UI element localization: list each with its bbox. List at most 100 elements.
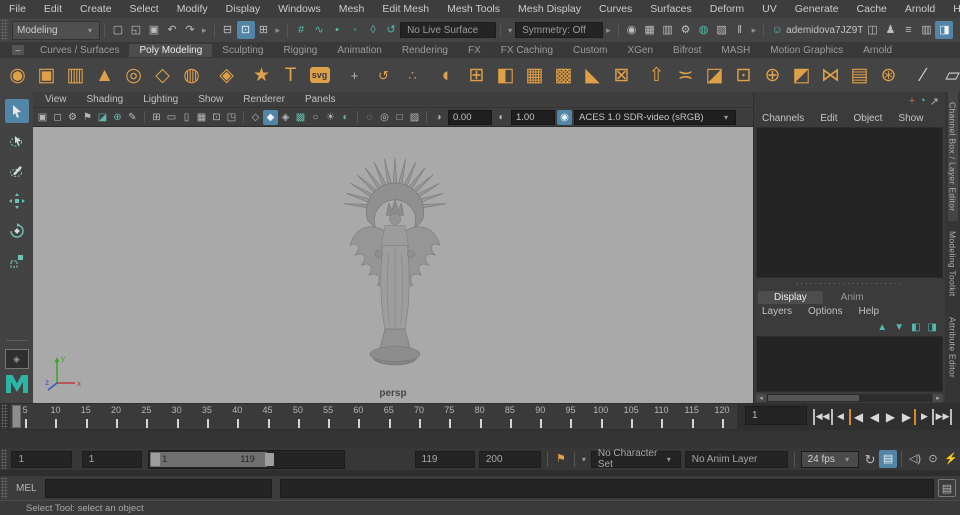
poly-disc-icon[interactable]: ◍ xyxy=(177,61,206,90)
menu-file[interactable]: File xyxy=(0,3,35,15)
layer-menu-options[interactable]: Options xyxy=(808,306,842,317)
graph-icon[interactable]: ↗ xyxy=(930,95,939,108)
multi-cut-icon[interactable]: ∕ xyxy=(909,61,938,90)
safe-action-icon[interactable]: ◳ xyxy=(224,110,239,125)
channel-box-menu-channels[interactable]: Channels xyxy=(762,113,804,124)
render-current-frame-icon[interactable]: ▦ xyxy=(641,21,659,39)
sphere-project-icon[interactable]: ⊛ xyxy=(874,61,903,90)
use-default-material-icon[interactable]: ○ xyxy=(308,110,323,125)
statue-model[interactable] xyxy=(320,137,470,381)
platonic-solid-icon[interactable]: ◈ xyxy=(212,61,241,90)
color-management-icon[interactable]: ◉ xyxy=(557,110,572,125)
duplicate-face-icon[interactable]: ⊡ xyxy=(729,61,758,90)
modeling-toolkit-toggle-icon[interactable]: ◫ xyxy=(863,21,881,39)
render-settings-icon[interactable]: ⚙ xyxy=(677,21,695,39)
range-slider-grip[interactable] xyxy=(1,449,7,469)
character-set-dropdown[interactable]: No Character Set ▾ xyxy=(591,451,681,468)
exposure-icon[interactable]: ◑ xyxy=(431,110,446,125)
menu-set-dropdown[interactable]: Modeling ▾ xyxy=(12,21,100,40)
shelf-tab-fx[interactable]: FX xyxy=(458,44,491,57)
shelf-tab-poly-modeling[interactable]: Poly Modeling xyxy=(129,44,212,57)
channel-box-menu-edit[interactable]: Edit xyxy=(820,113,837,124)
live-surface-field[interactable]: No Live Surface xyxy=(400,22,496,38)
paint-select-tool-button[interactable] xyxy=(5,159,29,183)
step-forward-frame-button[interactable]: ▶ xyxy=(917,409,934,425)
panel-menu-shading[interactable]: Shading xyxy=(87,94,136,105)
bevel-icon[interactable]: ◪ xyxy=(700,61,729,90)
scroll-right-icon[interactable]: ▸ xyxy=(933,394,943,402)
shelf-tab-curves-surfaces[interactable]: Curves / Surfaces xyxy=(30,44,129,57)
menu-modify[interactable]: Modify xyxy=(168,3,217,15)
panel-layout-toggle-icon[interactable]: ▥ xyxy=(917,21,935,39)
poly-sphere-icon[interactable]: ◉ xyxy=(3,61,32,90)
shelf-tab-xgen[interactable]: XGen xyxy=(617,44,663,57)
panel-menu-show[interactable]: Show xyxy=(198,94,235,105)
range-start-handle[interactable] xyxy=(151,453,160,466)
fps-dropdown[interactable]: 24 fps ▾ xyxy=(801,451,859,468)
undo-icon[interactable]: ↶ xyxy=(163,21,181,39)
center-pivot-icon[interactable]: ∴ xyxy=(398,61,427,90)
command-output-field[interactable] xyxy=(280,479,934,498)
tab-anim-layers[interactable]: Anim xyxy=(825,291,880,304)
time-slider-grip[interactable] xyxy=(1,404,8,429)
command-input-field[interactable] xyxy=(45,479,272,498)
tab-attribute-editor[interactable]: Attribute Editor xyxy=(948,307,958,388)
camera-attributes-icon[interactable]: ⚙ xyxy=(65,110,80,125)
audio-mute-icon[interactable]: ◁) xyxy=(906,450,924,468)
playback-start-field[interactable]: 1 xyxy=(82,451,142,468)
menu-surfaces[interactable]: Surfaces xyxy=(641,3,700,15)
snap-to-grid-icon[interactable]: # xyxy=(292,21,310,39)
poly-plane-icon[interactable]: ◇ xyxy=(148,61,177,90)
grid-toggle-icon[interactable]: ⊞ xyxy=(149,110,164,125)
lock-camera-icon[interactable]: ◻ xyxy=(50,110,65,125)
move-tool-button[interactable] xyxy=(5,189,29,213)
redo-icon[interactable]: ↷ xyxy=(181,21,199,39)
group-expand-icon[interactable]: ▸ xyxy=(276,25,281,36)
panel-splitter[interactable]: ······················· xyxy=(754,279,945,288)
select-camera-icon[interactable]: ▣ xyxy=(35,110,50,125)
animation-end-field[interactable]: 200 xyxy=(479,451,541,468)
quad-draw-icon[interactable]: ▱ xyxy=(938,61,960,90)
menu-create[interactable]: Create xyxy=(71,3,121,15)
shelf-tab-bifrost[interactable]: Bifrost xyxy=(663,44,711,57)
gamma-field[interactable]: 1.00 xyxy=(511,110,555,125)
range-slider[interactable]: 1 119 xyxy=(148,450,344,469)
play-backwards-button[interactable]: ◀ xyxy=(867,409,882,425)
open-scene-icon[interactable]: ◱ xyxy=(127,21,145,39)
group-expand-icon[interactable]: ▸ xyxy=(202,25,207,36)
channel-box-menu-show[interactable]: Show xyxy=(898,113,923,124)
select-tool-button[interactable] xyxy=(5,99,29,123)
remesh-icon[interactable]: ▩ xyxy=(549,61,578,90)
boolean-icon[interactable]: ◐ xyxy=(433,61,462,90)
scrollbar-track[interactable] xyxy=(767,394,932,402)
playback-end-field[interactable]: 119 xyxy=(415,451,475,468)
shelf-tab-arnold[interactable]: Arnold xyxy=(853,44,902,57)
hypershade-icon[interactable]: ◍ xyxy=(695,21,713,39)
lights-toggle-icon[interactable]: ☀ xyxy=(323,110,338,125)
poly-cube-icon[interactable]: ▣ xyxy=(32,61,61,90)
viewport-canvas[interactable]: y x z persp xyxy=(33,127,753,403)
triangulate-icon[interactable]: ◣ xyxy=(578,61,607,90)
group-expand-icon[interactable]: ▸ xyxy=(606,25,611,36)
lasso-select-tool-button[interactable] xyxy=(5,129,29,153)
wireframe-display-icon[interactable]: ◇ xyxy=(248,110,263,125)
gamma-icon[interactable]: ◐ xyxy=(494,110,509,125)
poly-cone-icon[interactable]: ▲ xyxy=(90,61,119,90)
menu-curves[interactable]: Curves xyxy=(590,3,641,15)
shelf-tab-rendering[interactable]: Rendering xyxy=(392,44,458,57)
image-plane-icon[interactable]: ◪ xyxy=(95,110,110,125)
snap-to-plane-icon[interactable]: ◊ xyxy=(364,21,382,39)
next-key-button[interactable]: ▶ xyxy=(899,409,916,425)
channel-list-empty[interactable] xyxy=(756,127,943,278)
menu-arnold[interactable]: Arnold xyxy=(896,3,944,15)
channel-box-menu-object[interactable]: Object xyxy=(854,113,883,124)
shelf-tab-rigging[interactable]: Rigging xyxy=(273,44,327,57)
menu-edit-mesh[interactable]: Edit Mesh xyxy=(373,3,438,15)
display-layers-toggle-icon[interactable]: ≡ xyxy=(899,21,917,39)
panel-menu-view[interactable]: View xyxy=(45,94,79,105)
timeline-ruler[interactable]: 5 10 15 20 25 30 35 40 45 50 55 60 65 70… xyxy=(10,404,737,429)
snap-to-center-icon[interactable]: ◦ xyxy=(346,21,364,39)
pause-viewport-icon[interactable]: ‖ xyxy=(731,21,749,39)
range-end-handle[interactable] xyxy=(265,453,274,466)
animation-preferences-icon[interactable]: ⚡ xyxy=(942,450,960,468)
